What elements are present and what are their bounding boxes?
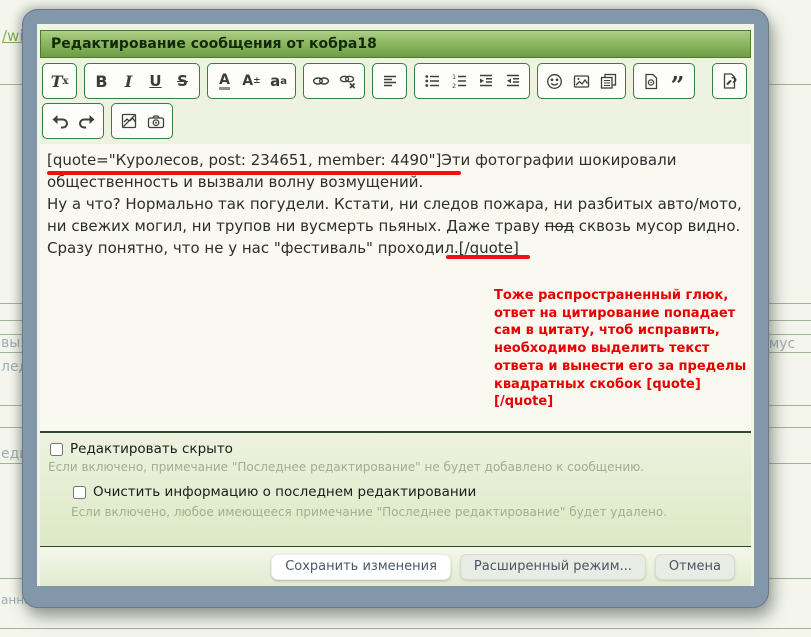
save-button[interactable]: Сохранить изменения	[271, 554, 451, 580]
toolbar-row-2	[42, 103, 749, 139]
strikethrough-icon[interactable]: S	[169, 66, 196, 96]
editor-line: Ну а что? Нормально так погудели. Кстати…	[47, 193, 744, 215]
edit-message-dialog: Редактирование сообщения от кобра18 Tx B…	[22, 9, 769, 608]
smilies-icon[interactable]	[541, 66, 568, 96]
editor-line: [quote="Куролесов, post: 234651, member:…	[47, 149, 744, 171]
svg-text:2: 2	[452, 82, 456, 89]
editor-toolbar: Tx B I U S A A± aa	[40, 58, 751, 144]
ordered-list-icon[interactable]: 12	[445, 66, 472, 96]
camera-icon[interactable]	[142, 106, 169, 136]
disable-bbcode-icon[interactable]	[115, 106, 142, 136]
group-code-quote: ”	[633, 63, 695, 99]
group-media	[537, 63, 626, 99]
text-color-icon[interactable]: A	[211, 66, 238, 96]
group-remove-format: Tx	[42, 63, 77, 99]
undo-icon[interactable]	[46, 106, 73, 136]
red-underline-quote-close	[446, 255, 530, 259]
unordered-list-icon[interactable]	[418, 66, 445, 96]
message-editor[interactable]: [quote="Куролесов, post: 234651, member:…	[40, 144, 751, 431]
background-rule	[0, 628, 811, 629]
group-basic-format: B I U S	[84, 63, 200, 99]
group-lists: 12	[414, 63, 530, 99]
red-underline-quote-open	[47, 171, 461, 175]
unlink-icon[interactable]	[334, 66, 361, 96]
silent-edit-hint: Если включено, примечание "Последнее ред…	[48, 460, 644, 474]
group-drafts	[712, 63, 747, 99]
insert-media-icon[interactable]	[595, 66, 622, 96]
clear-edit-checkbox[interactable]	[73, 486, 86, 499]
group-undo-redo	[42, 103, 104, 139]
silent-edit-option: Редактировать скрыто	[50, 441, 233, 457]
clear-edit-label: Очистить информацию о последнем редактир…	[93, 484, 476, 500]
clear-edit-option: Очистить информацию о последнем редактир…	[73, 484, 476, 500]
advanced-button[interactable]: Расширенный режим...	[460, 554, 646, 580]
text-size-icon[interactable]: A±	[238, 66, 265, 96]
struck-text: под	[545, 217, 574, 235]
quote-icon[interactable]: ”	[664, 66, 691, 96]
font-family-icon[interactable]: aa	[265, 66, 292, 96]
group-bbcode-capture	[111, 103, 173, 139]
cancel-button[interactable]: Отмена	[655, 554, 735, 580]
indent-icon[interactable]	[472, 66, 499, 96]
dialog-content: Редактирование сообщения от кобра18 Tx B…	[37, 24, 754, 586]
edit-options-panel: Редактировать скрыто Если включено, прим…	[40, 433, 751, 546]
editor-line: ни свежих могил, ни трупов ни вусмерть п…	[47, 215, 744, 237]
dialog-button-bar: Сохранить изменения Расширенный режим...…	[40, 547, 751, 586]
insert-image-icon[interactable]	[568, 66, 595, 96]
group-link	[303, 63, 365, 99]
silent-edit-label: Редактировать скрыто	[70, 441, 233, 457]
bold-icon[interactable]: B	[88, 66, 115, 96]
code-icon[interactable]	[637, 66, 664, 96]
group-font: A A± aa	[207, 63, 296, 99]
svg-text:1: 1	[452, 73, 456, 81]
editor-line: Сразу понятно, что не у нас "фестиваль" …	[47, 237, 744, 259]
clear-edit-hint: Если включено, любое имеющееся примечани…	[71, 505, 667, 519]
outdent-icon[interactable]	[499, 66, 526, 96]
toolbar-row-1: Tx B I U S A A± aa	[42, 63, 749, 99]
redo-icon[interactable]	[73, 106, 100, 136]
alignment-icon[interactable]	[376, 66, 403, 96]
annotation-note: Тоже распространенный глюк, ответ на цит…	[494, 287, 754, 411]
insert-link-icon[interactable]	[307, 66, 334, 96]
silent-edit-checkbox[interactable]	[50, 443, 63, 456]
underline-icon[interactable]: U	[142, 66, 169, 96]
remove-format-icon[interactable]: Tx	[46, 66, 73, 96]
group-align	[372, 63, 407, 99]
dialog-title: Редактирование сообщения от кобра18	[40, 30, 751, 58]
drafts-icon[interactable]	[716, 66, 743, 96]
italic-icon[interactable]: I	[115, 66, 142, 96]
